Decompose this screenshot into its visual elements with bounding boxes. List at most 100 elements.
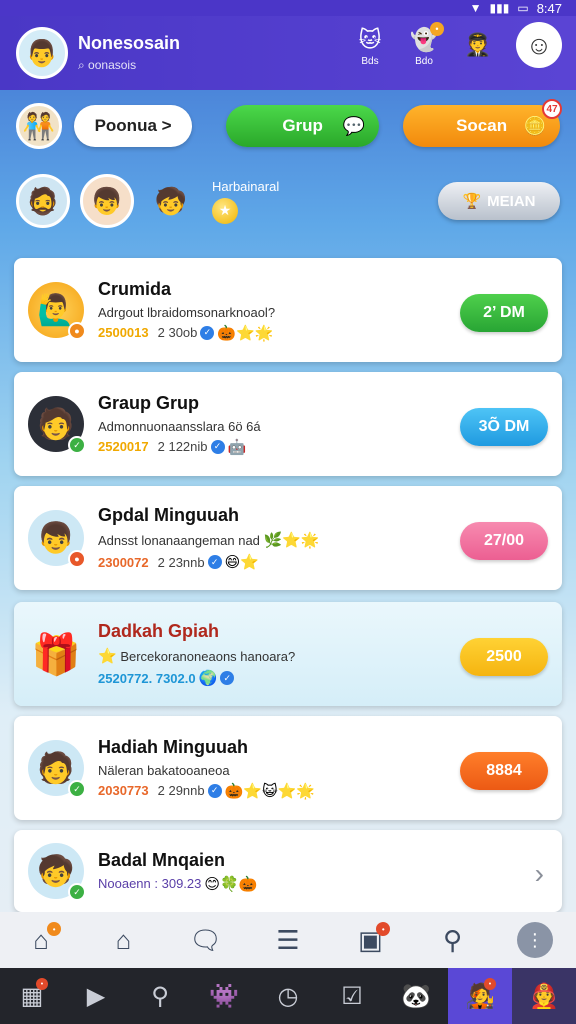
verified-icon: ✓ bbox=[207, 555, 222, 569]
search-tab[interactable]: ⚲ bbox=[433, 920, 473, 960]
card-action-button[interactable]: 8884 bbox=[460, 752, 548, 790]
smiley-face-button[interactable]: ☺ bbox=[516, 22, 562, 68]
character-button-active[interactable]: 🧑‍🎤 • bbox=[448, 968, 512, 1024]
profile-avatar[interactable]: 👨 bbox=[16, 27, 68, 79]
group-pill-button[interactable]: Grup 💬 bbox=[226, 105, 380, 147]
card-avatar: 🧑 ✓ bbox=[28, 396, 86, 454]
card-action-button[interactable]: 3Õ DM bbox=[460, 408, 548, 446]
app-header: 👨 Nonesosain ⌕ oonasois 🐱 Bds 👻 • Bdo 🧑‍✈… bbox=[0, 16, 576, 90]
emoji-icon: 🎃⭐😺⭐🌟 bbox=[224, 782, 315, 800]
group-pill-label: Grup bbox=[282, 116, 323, 135]
card-number: 2300072 bbox=[98, 554, 149, 570]
status-dot: ● bbox=[68, 322, 86, 340]
group-card[interactable]: 🧒 ✓ Badal Mnqaien Nooaenn : 309.23 😊🍀🎃 › bbox=[14, 830, 562, 912]
group-card[interactable]: 🙋‍♂️ ● Crumida Adrgout lbraidomsonarknoa… bbox=[14, 258, 562, 362]
play-icon: ▶ bbox=[86, 982, 106, 1010]
notification-badge: • bbox=[484, 978, 496, 990]
friend-avatar[interactable]: 👦 bbox=[80, 174, 134, 228]
list-tab[interactable]: ☰ bbox=[268, 920, 308, 960]
group-card[interactable]: 🧑 ✓ Hadiah Minguuah Näleran bakatooaneoa… bbox=[14, 716, 562, 820]
list-icon: ☰ bbox=[276, 924, 300, 955]
profile-name: Nonesosain bbox=[78, 33, 181, 53]
bottom-navigation: ⌂ • ⌂ 🗨 ☰ ▣ • ⚲ ⋮ bbox=[0, 912, 576, 968]
emoji-icon: 🎃⭐🌟 bbox=[217, 324, 274, 342]
card-count: 2 29nnb bbox=[157, 783, 205, 798]
ghost-face-icon: 👻 • bbox=[408, 21, 444, 56]
friends-button[interactable]: 🏆 MEIAN bbox=[438, 182, 560, 220]
clock-button[interactable]: ◷ bbox=[256, 968, 320, 1024]
card-action-button[interactable]: 27/00 bbox=[460, 522, 548, 560]
reward-card[interactable]: 🎁 Dadkah Gpiah ⭐ Bercekoranoneaons hanoa… bbox=[14, 602, 562, 706]
gift-box-icon: 🎁 bbox=[31, 632, 81, 677]
header-action-character[interactable]: 🧑‍✈️ bbox=[462, 29, 494, 61]
verified-icon: ✓ bbox=[200, 325, 215, 340]
wifi-icon: ▼ bbox=[469, 1, 482, 15]
notification-badge: • bbox=[430, 21, 444, 36]
search-button[interactable]: ⚲ bbox=[128, 968, 192, 1024]
group-card[interactable]: 👦 ● Gpdal Minguuah Adnsst lonanaangeman … bbox=[14, 486, 562, 590]
card-action-button[interactable]: 2’ DM bbox=[460, 294, 548, 332]
checkbox-button[interactable]: ☑ bbox=[320, 968, 384, 1024]
header-action-ghost[interactable]: 👻 • Bdo bbox=[408, 21, 444, 67]
notes-tab[interactable]: ▣ • bbox=[350, 920, 391, 960]
group-avatar[interactable]: 🧑‍🤝‍🧑 bbox=[16, 103, 62, 149]
more-tab[interactable]: ⋮ bbox=[515, 920, 555, 960]
coin-icon: ★ bbox=[212, 197, 238, 224]
apps-button[interactable]: ▦ • bbox=[0, 968, 64, 1024]
chat-tab[interactable]: 🗨 bbox=[186, 920, 226, 960]
card-description-text: Bercekoranoneaons hanoara? bbox=[120, 649, 296, 664]
emoji-icon: 🤖 bbox=[227, 438, 247, 456]
search-icon: ⚲ bbox=[443, 924, 463, 955]
status-dot: ✓ bbox=[68, 436, 86, 454]
header-action-label: Bds bbox=[361, 55, 379, 67]
chat-bubble-icon: 🗨 bbox=[189, 924, 223, 955]
verified-icon: ✓ bbox=[207, 783, 222, 798]
card-count: 2 122nib bbox=[157, 439, 208, 454]
search-icon: ⚲ bbox=[151, 982, 169, 1010]
chevron-right-icon[interactable]: › bbox=[535, 858, 544, 890]
header-action-label: Bdo bbox=[415, 55, 433, 67]
card-description-text: Adnsst lonanaangeman nad bbox=[98, 533, 260, 548]
profile-pill-button[interactable]: Poonua > bbox=[74, 105, 193, 147]
group-card[interactable]: 🧑 ✓ Graup Grup Admonnuonaansslara 6ö 6á … bbox=[14, 372, 562, 476]
status-dot: ✓ bbox=[68, 883, 86, 901]
card-meta: Nooaenn : 309.23 😊🍀🎃 bbox=[98, 875, 562, 893]
profile-pill-label: Poonua > bbox=[94, 116, 172, 135]
card-number: 2500013 bbox=[98, 325, 149, 340]
card-avatar: 🧑 ✓ bbox=[28, 740, 86, 798]
battery-icon: ▭ bbox=[517, 1, 529, 15]
status-bar: ▼ ▮▮▮ ▭ 8:47 bbox=[0, 0, 576, 16]
status-time: 8:47 bbox=[536, 0, 562, 16]
card-avatar: 🧒 ✓ bbox=[28, 843, 86, 901]
home-active-tab[interactable]: ⌂ • bbox=[21, 920, 62, 960]
header-action-cat[interactable]: 🐱 Bds bbox=[354, 24, 386, 67]
card-count: 2 30ob bbox=[157, 325, 198, 340]
character-button[interactable]: 🧑‍🚒 bbox=[512, 968, 576, 1024]
sticker-button[interactable]: 👾 bbox=[192, 968, 256, 1024]
friend-avatar[interactable]: 🧔 bbox=[16, 174, 70, 228]
cat-face-icon: 🐱 bbox=[358, 26, 382, 52]
notification-badge: • bbox=[36, 978, 48, 990]
scan-pill-button[interactable]: Socan 🪙 47 bbox=[403, 99, 563, 147]
card-avatar: 🙋‍♂️ ● bbox=[28, 282, 86, 340]
status-dot: ● bbox=[68, 550, 86, 568]
mascot-button[interactable]: 🐼 bbox=[384, 968, 448, 1024]
card-number: Nooaenn : 309.23 bbox=[98, 876, 202, 891]
more-icon: ⋮ bbox=[516, 922, 553, 958]
friend-avatar[interactable]: 🧒 bbox=[144, 174, 198, 228]
card-number: 2030773 bbox=[98, 783, 149, 798]
card-count: 2 23nnb bbox=[157, 554, 205, 570]
home-tab[interactable]: ⌂ bbox=[103, 920, 143, 960]
system-taskbar: ▦ • ▶ ⚲ 👾 ◷ ☑ 🐼 🧑‍🎤 • 🧑‍🚒 bbox=[0, 968, 576, 1024]
trophy-icon: 🏆 bbox=[462, 193, 482, 210]
emoji-icon: 😄⭐ bbox=[224, 554, 259, 571]
clock-icon: ◷ bbox=[277, 982, 299, 1010]
notification-badge: • bbox=[376, 922, 391, 936]
signal-icon: ▮▮▮ bbox=[489, 1, 510, 15]
verified-icon: ✓ bbox=[220, 671, 235, 685]
card-action-button[interactable]: 2500 bbox=[460, 638, 548, 676]
globe-icon: 🌍 bbox=[198, 670, 218, 687]
friends-button-label: MEIAN bbox=[487, 192, 536, 210]
play-button[interactable]: ▶ bbox=[64, 968, 128, 1024]
card-title: Badal Mnqaien bbox=[98, 849, 226, 870]
